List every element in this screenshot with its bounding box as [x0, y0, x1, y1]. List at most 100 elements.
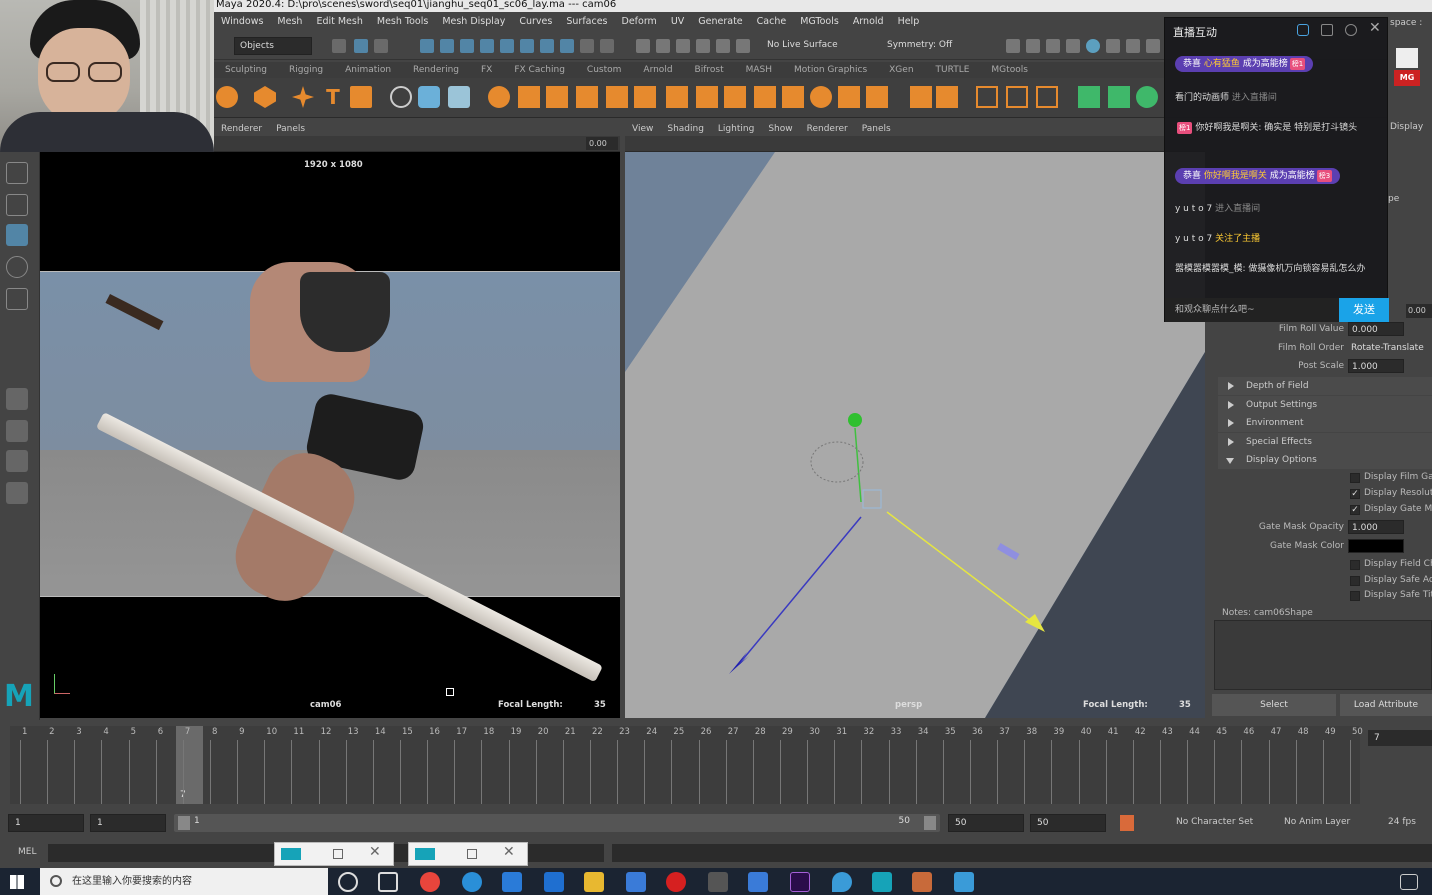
shelf-tab-rendering[interactable]: Rendering — [402, 65, 470, 75]
anim-start-field[interactable]: 1 — [8, 814, 84, 832]
render-settings-icon[interactable] — [1066, 39, 1080, 53]
select-object-icon[interactable] — [354, 39, 368, 53]
boolean-icon[interactable] — [810, 86, 832, 108]
right-edge-field[interactable]: 0.00 — [1406, 304, 1432, 318]
record-icon[interactable] — [666, 872, 686, 892]
draw-tool-icon[interactable] — [976, 86, 998, 108]
combine-icon[interactable] — [754, 86, 776, 108]
reduce-icon[interactable] — [866, 86, 888, 108]
display-field-chart-checkbox[interactable] — [1350, 560, 1360, 570]
section-output-settings[interactable]: Output Settings — [1218, 396, 1432, 414]
maya-taskbar-icon[interactable] — [872, 872, 892, 892]
current-frame-field[interactable]: 7 — [1368, 730, 1432, 746]
left-menu-panels[interactable]: Panels — [269, 124, 312, 134]
curve-snap-icon[interactable] — [676, 39, 690, 53]
character-set-dropdown[interactable]: No Character Set — [1176, 817, 1253, 827]
lattice-icon[interactable] — [418, 86, 440, 108]
snap-vertex-icon[interactable] — [520, 39, 534, 53]
shelf-tab-rigging[interactable]: Rigging — [278, 65, 334, 75]
svg-tool-icon[interactable] — [350, 86, 372, 108]
range-end-handle[interactable] — [924, 816, 936, 830]
menu-mesh-display[interactable]: Mesh Display — [435, 16, 512, 27]
display-resolution-checkbox[interactable]: ✓ — [1350, 489, 1360, 499]
right-menu-renderer[interactable]: Renderer — [800, 124, 855, 134]
range-start-handle[interactable] — [178, 816, 190, 830]
section-environment[interactable]: Environment — [1218, 414, 1432, 432]
lasso-icon[interactable] — [636, 39, 650, 53]
mg-tool-1-icon[interactable] — [1078, 86, 1100, 108]
cylinder-icon[interactable] — [546, 86, 568, 108]
close-icon[interactable]: ✕ — [369, 844, 381, 860]
point-snap-icon[interactable] — [696, 39, 710, 53]
chat-input[interactable]: 和观众聊点什么吧~ — [1165, 298, 1339, 322]
maximize-icon[interactable] — [467, 849, 477, 859]
right-menu-shading[interactable]: Shading — [660, 124, 711, 134]
extrude-icon[interactable] — [606, 86, 628, 108]
right-menu-panels[interactable]: Panels — [855, 124, 898, 134]
uv-layout-icon[interactable] — [936, 86, 958, 108]
pen-icon[interactable] — [1036, 86, 1058, 108]
scale-tool-icon[interactable] — [6, 288, 28, 310]
settings-icon[interactable] — [1345, 24, 1357, 36]
drop-icon[interactable] — [832, 872, 852, 892]
curve-tool-icon[interactable] — [216, 86, 238, 108]
anim-end-field[interactable]: 50 — [1030, 814, 1106, 832]
timeline-track[interactable]: 7 12345678910111213141516171819202122232… — [10, 726, 1363, 804]
left-gamma-field[interactable]: 0.00 — [586, 137, 618, 150]
section-depth-of-field[interactable]: Depth of Field — [1218, 377, 1432, 395]
shelf-tab-custom[interactable]: Custom — [576, 65, 632, 75]
playback-start-field[interactable]: 1 — [90, 814, 166, 832]
shelf-tab-arnold[interactable]: Arnold — [632, 65, 683, 75]
premiere-icon[interactable] — [790, 872, 810, 892]
task-view-icon[interactable] — [378, 872, 398, 892]
mail-icon[interactable] — [502, 872, 522, 892]
snap-grid-icon[interactable] — [420, 39, 434, 53]
range-bar[interactable]: 1 50 — [174, 814, 940, 832]
section-special-effects[interactable]: Special Effects — [1218, 433, 1432, 451]
rotate-tool-icon[interactable] — [6, 256, 28, 278]
persp-viewport[interactable]: persp Focal Length: 35 — [625, 152, 1205, 718]
select-hierarchy-icon[interactable] — [332, 39, 346, 53]
measure-icon[interactable] — [1006, 86, 1028, 108]
taskbar-search[interactable]: 在这里输入你要搜索的内容 — [40, 868, 328, 895]
text-tool-icon[interactable]: T — [322, 86, 344, 108]
film-roll-order-dropdown[interactable]: Rotate-Translate — [1348, 341, 1432, 355]
uv-editor-icon[interactable] — [910, 86, 932, 108]
keyframe-icon[interactable] — [1120, 815, 1134, 831]
snap-curve-icon[interactable] — [440, 39, 454, 53]
shelf-tab-fx[interactable]: FX — [470, 65, 503, 75]
plane-snap-icon[interactable] — [716, 39, 730, 53]
make-live-icon[interactable] — [540, 39, 554, 53]
sphere-icon[interactable] — [488, 86, 510, 108]
arnold-icon[interactable] — [1126, 39, 1140, 53]
shelf-tab-sculpting[interactable]: Sculpting — [214, 65, 278, 75]
notes-textarea[interactable] — [1214, 620, 1432, 690]
four-view-icon[interactable] — [6, 420, 28, 442]
anim-layer-dropdown[interactable]: No Anim Layer — [1284, 817, 1350, 827]
light-editor-icon[interactable] — [1106, 39, 1120, 53]
menu-deform[interactable]: Deform — [615, 16, 664, 27]
menu-cache[interactable]: Cache — [750, 16, 794, 27]
playback-end-field[interactable]: 50 — [948, 814, 1024, 832]
render-seq-icon[interactable] — [1026, 39, 1040, 53]
magnet-icon[interactable] — [656, 39, 670, 53]
fps-dropdown[interactable]: 24 fps — [1388, 817, 1416, 827]
display-safe-action-checkbox[interactable] — [1350, 576, 1360, 586]
lock-icon[interactable] — [1321, 24, 1333, 36]
undo-icon[interactable] — [736, 39, 750, 53]
selection-mode-dropdown[interactable]: Objects — [234, 37, 312, 55]
left-menu-renderer[interactable]: Renderer — [214, 124, 269, 134]
film-roll-value-field[interactable]: 0.000 — [1348, 322, 1404, 336]
select-button[interactable]: Select — [1212, 694, 1336, 716]
menu-mgtools[interactable]: MGTools — [793, 16, 846, 27]
display-film-gate-checkbox[interactable] — [1350, 473, 1360, 483]
bridge-icon[interactable] — [666, 86, 688, 108]
bevel-icon[interactable] — [634, 86, 656, 108]
close-icon[interactable]: ✕ — [1369, 20, 1381, 36]
menu-windows[interactable]: Windows — [214, 16, 270, 27]
mg-tool-2-icon[interactable] — [1108, 86, 1130, 108]
shelf-tab-fx-caching[interactable]: FX Caching — [503, 65, 576, 75]
split-icon[interactable] — [696, 86, 718, 108]
right-menu-show[interactable]: Show — [761, 124, 799, 134]
render-icon[interactable] — [1006, 39, 1020, 53]
